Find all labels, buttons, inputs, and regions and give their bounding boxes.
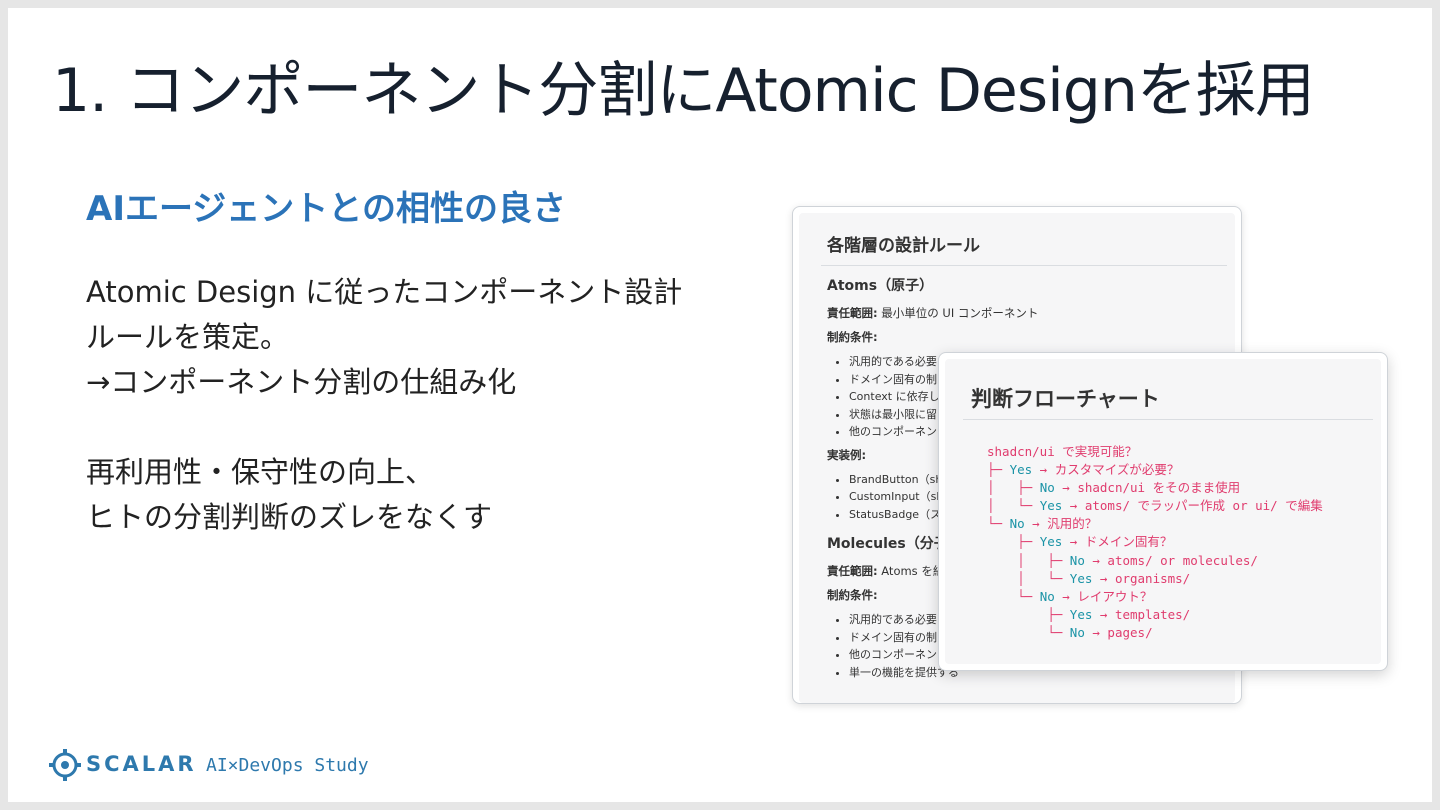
flowchart-line: │ └─ Yes → organisms/ xyxy=(987,570,1323,588)
flowchart-branch: │ ├─ xyxy=(987,480,1040,496)
body-line: Atomic Design に従ったコンポーネント設計 xyxy=(86,275,683,309)
flowchart-keyword: No xyxy=(1039,480,1055,496)
flowchart-branch: │ └─ xyxy=(987,570,1070,586)
flowchart-branch: │ ├─ xyxy=(987,552,1070,568)
flowchart-keyword: No xyxy=(1069,552,1085,568)
body-line: 再利用性・保守性の向上、 xyxy=(86,455,435,489)
flowchart-keyword: Yes xyxy=(1069,606,1093,622)
atoms-constraints-label: 制約条件: xyxy=(827,330,878,344)
flowchart-line: └─ No → レイアウト？ xyxy=(987,588,1323,606)
flowchart-heading: 判断フローチャート xyxy=(971,387,1160,411)
body-line: ルールを策定。 xyxy=(86,320,290,354)
flowchart-text: → shadcn/ui をそのまま使用 xyxy=(1054,480,1241,496)
flowchart-text: shadcn/ui で実現可能？ xyxy=(987,444,1138,459)
flowchart-branch: │ └─ xyxy=(987,498,1040,514)
atoms-title: Atoms（原子） xyxy=(827,278,934,294)
flowchart-code: shadcn/ui で実現可能？ ├─ Yes → カスタマイズが必要？ │ ├─ … xyxy=(987,443,1323,642)
flowchart-text: → templates/ xyxy=(1092,606,1191,622)
flowchart-keyword: Yes xyxy=(1039,498,1063,514)
flowchart-text: → organisms/ xyxy=(1092,570,1191,586)
flowchart-text: → カスタマイズが必要？ xyxy=(1032,462,1180,478)
flowchart-branch: └─ xyxy=(987,516,1010,532)
flowchart-line: ├─ Yes → ドメイン固有？ xyxy=(987,533,1323,551)
atoms-scope: 責任範囲: 最小単位の UI コンポーネント xyxy=(827,306,1039,320)
flowchart-branch: ├─ xyxy=(987,534,1040,550)
flowchart-branch: └─ xyxy=(987,588,1040,604)
flowchart-keyword: No xyxy=(1009,516,1025,532)
body-text: Atomic Design に従ったコンポーネント設計 ルールを策定。 →コンポ… xyxy=(86,270,766,540)
flowchart-keyword: Yes xyxy=(1039,534,1063,550)
flowchart-text: → 汎用的？ xyxy=(1024,516,1098,532)
flowchart-keyword: Yes xyxy=(1069,570,1093,586)
flowchart-keyword: No xyxy=(1069,624,1085,640)
flowchart-line: └─ No → 汎用的？ xyxy=(987,515,1323,533)
flowchart-line: │ ├─ No → atoms/ or molecules/ xyxy=(987,552,1323,570)
design-rules-heading: 各階層の設計ルール xyxy=(827,236,980,256)
flowchart-text: → ドメイン固有？ xyxy=(1062,534,1173,550)
flowchart-text: → atoms/ or molecules/ xyxy=(1084,552,1258,568)
flowchart-line: ├─ Yes → templates/ xyxy=(987,606,1323,624)
flowchart-branch: └─ xyxy=(987,624,1070,640)
footer-brand: SCALAR xyxy=(86,752,197,776)
flowchart-line: └─ No → pages/ xyxy=(987,624,1323,642)
footer-study-name: AI×DevOps Study xyxy=(206,755,369,776)
flowchart-text: → レイアウト？ xyxy=(1054,588,1153,604)
flowchart-branch: ├─ xyxy=(987,462,1010,478)
section-subtitle: AIエージェントとの相性の良さ xyxy=(86,189,566,229)
body-line: →コンポーネント分割の仕組み化 xyxy=(86,365,517,399)
flowchart-line: shadcn/ui で実現可能？ xyxy=(987,443,1323,461)
flowchart-line: │ ├─ No → shadcn/ui をそのまま使用 xyxy=(987,479,1323,497)
flowchart-keyword: Yes xyxy=(1009,462,1033,478)
scalar-logo-icon xyxy=(49,749,81,781)
flowchart-line: │ └─ Yes → atoms/ でラッパー作成 or ui/ で編集 xyxy=(987,497,1323,515)
flowchart-line: ├─ Yes → カスタマイズが必要？ xyxy=(987,461,1323,479)
slide: 1. コンポーネント分割にAtomic Designを採用 AIエージェントとの… xyxy=(8,8,1432,802)
flowchart-text: → atoms/ でラッパー作成 or ui/ で編集 xyxy=(1062,498,1323,514)
flowchart-keyword: No xyxy=(1039,588,1055,604)
body-line: ヒトの分割判断のズレをなくす xyxy=(86,500,493,534)
flowchart-branch: ├─ xyxy=(987,606,1070,622)
page-title: 1. コンポーネント分割にAtomic Designを採用 xyxy=(52,56,1315,126)
flowchart-text: → pages/ xyxy=(1084,624,1153,640)
flowchart-screenshot: 判断フローチャート shadcn/ui で実現可能？ ├─ Yes → カスタマイ… xyxy=(938,352,1388,671)
